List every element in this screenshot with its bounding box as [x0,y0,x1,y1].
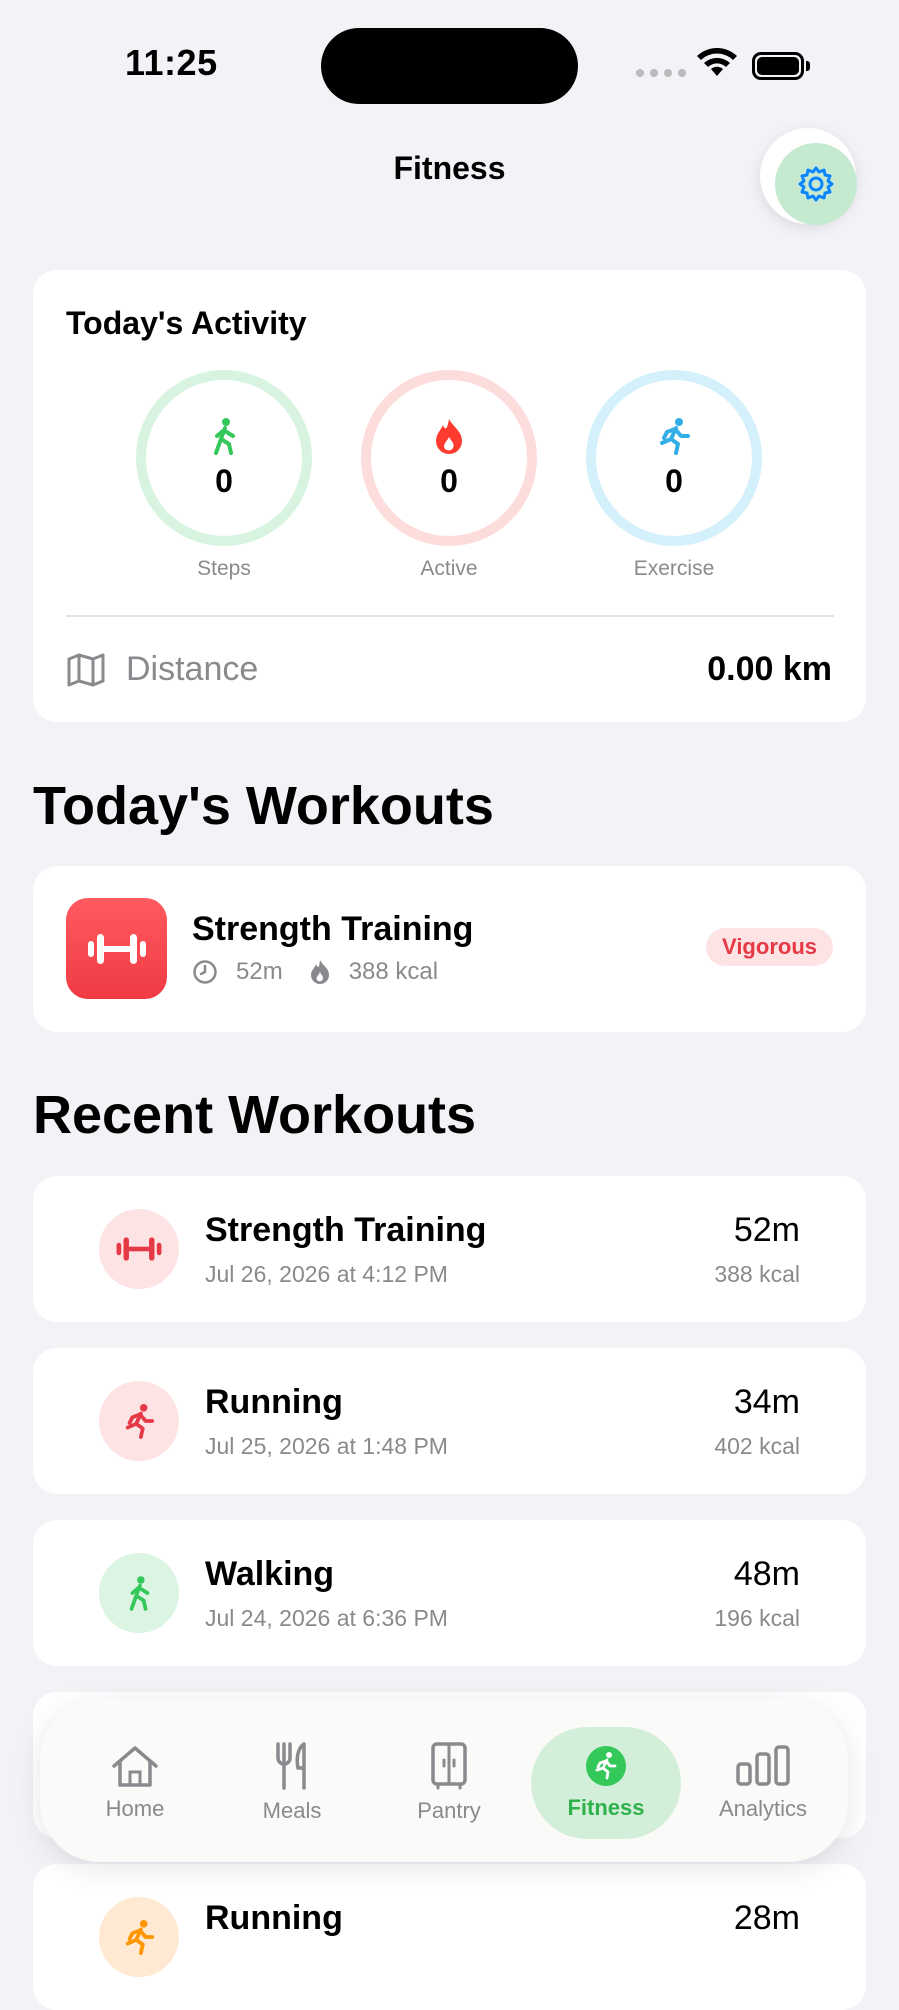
distance-label: Distance [126,650,259,688]
run-icon [125,1920,155,1955]
todays-workout-name: Strength Training [192,910,474,948]
cellular-signal-icon [636,69,686,77]
recent-workout-name: Strength Training [205,1211,487,1249]
recent-workout-row[interactable]: Running 28m [33,1864,866,2010]
fork-knife-icon [276,1742,306,1790]
intensity-badge: Vigorous [706,928,833,966]
recent-workout-icon [99,1209,179,1289]
battery-icon [752,52,812,80]
recent-workout-duration: 48m [733,1555,800,1593]
todays-workout-kcal: 388 kcal [348,958,439,985]
settings-button[interactable] [775,143,857,225]
run-icon [660,417,690,455]
recent-workout-icon [99,1897,179,1977]
exercise-ring: 0 [586,370,762,546]
tab-analytics-label: Analytics [718,1796,808,1821]
tab-fitness-label: Fitness [567,1795,645,1820]
recent-workout-duration: 52m [733,1211,800,1249]
tab-analytics[interactable]: Analytics [688,1727,838,1839]
dynamic-island [321,28,578,104]
recent-workout-date: Jul 25, 2026 at 1:48 PM [205,1433,448,1459]
recent-workout-duration: 34m [733,1383,800,1421]
recent-workouts-title: Recent Workouts [33,1085,477,1145]
flame-icon [310,960,329,984]
todays-workout-meta: 52m 388 kcal [192,958,438,986]
map-icon [67,653,105,687]
exercise-value: 0 [665,462,683,499]
run-icon [586,1746,626,1786]
recent-workout-row[interactable]: Strength Training Jul 26, 2026 at 4:12 P… [33,1176,866,1322]
walk-icon [214,417,235,455]
active-label: Active [420,557,478,580]
tab-home-label: Home [105,1796,165,1821]
recent-workout-date: Jul 26, 2026 at 4:12 PM [205,1261,448,1287]
tab-fitness[interactable]: Fitness [531,1727,681,1839]
steps-value: 0 [215,462,233,499]
status-time: 11:25 [125,42,218,83]
todays-workout-icon [66,898,167,999]
tab-meals-label: Meals [262,1798,322,1823]
steps-label: Steps [197,557,251,580]
gear-icon [798,166,834,202]
wifi-icon [697,48,737,76]
recent-workout-name: Walking [205,1555,335,1593]
recent-workout-kcal: 196 kcal [714,1605,800,1631]
tab-meals[interactable]: Meals [217,1727,367,1839]
recent-workout-kcal: 388 kcal [714,1261,800,1287]
tab-pantry[interactable]: Pantry [374,1727,524,1839]
recent-workout-date: Jul 24, 2026 at 6:36 PM [205,1605,448,1631]
recent-workout-icon [99,1381,179,1461]
tab-pantry-label: Pantry [417,1798,481,1823]
recent-workout-name: Running [205,1383,343,1421]
recent-workout-kcal: 402 kcal [714,1433,800,1459]
active-ring: 0 [361,370,537,546]
walk-icon [129,1576,150,1611]
activity-title: Today's Activity [66,305,307,341]
tab-home[interactable]: Home [60,1727,210,1839]
active-value: 0 [440,462,458,499]
activity-divider [66,615,834,617]
todays-workouts-title: Today's Workouts [33,776,494,836]
dumbbell-icon [116,1237,162,1261]
cabinet-icon [431,1742,467,1790]
bar-chart-icon [736,1745,790,1786]
dumbbell-icon [87,933,146,964]
clock-icon [193,960,217,984]
recent-workout-row[interactable]: Walking Jul 24, 2026 at 6:36 PM 48m 196 … [33,1520,866,1666]
recent-workout-duration: 28m [733,1899,800,1937]
steps-ring: 0 [136,370,312,546]
exercise-label: Exercise [633,557,715,580]
recent-workout-row[interactable]: Running Jul 25, 2026 at 1:48 PM 34m 402 … [33,1348,866,1494]
recent-workout-name: Running [205,1899,343,1937]
house-icon [112,1746,158,1787]
todays-workout-duration: 52m [236,958,283,985]
flame-icon [436,418,462,454]
run-icon [125,1404,155,1439]
distance-value: 0.00 km [707,650,832,688]
recent-workout-icon [99,1553,179,1633]
